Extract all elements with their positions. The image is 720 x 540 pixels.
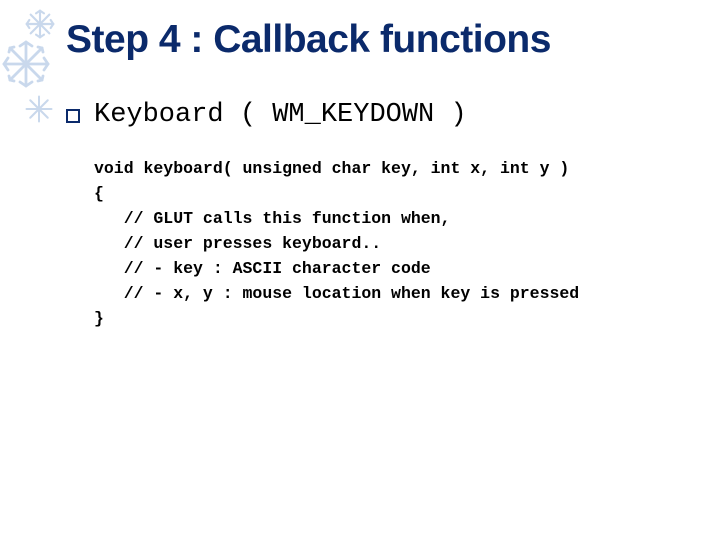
slide-content: Step 4 : Callback functions Keyboard ( W… — [66, 18, 700, 332]
snowflake-icon — [24, 94, 54, 124]
bullet-item: Keyboard ( WM_KEYDOWN ) — [66, 100, 700, 130]
code-line: // GLUT calls this function when, — [94, 209, 450, 228]
code-block: void keyboard( unsigned char key, int x,… — [94, 156, 700, 332]
code-line: // - key : ASCII character code — [94, 259, 431, 278]
snowflake-icon — [24, 8, 56, 40]
code-line: } — [94, 309, 104, 328]
code-line: // user presses keyboard.. — [94, 234, 381, 253]
slide-title: Step 4 : Callback functions — [66, 18, 700, 62]
bullet-text: Keyboard ( WM_KEYDOWN ) — [94, 100, 467, 130]
code-line: { — [94, 184, 104, 203]
code-line: // - x, y : mouse location when key is p… — [94, 284, 579, 303]
snowflake-icon — [2, 40, 50, 88]
decorative-strip — [0, 0, 60, 540]
square-bullet-icon — [66, 109, 80, 123]
code-line: void keyboard( unsigned char key, int x,… — [94, 159, 569, 178]
